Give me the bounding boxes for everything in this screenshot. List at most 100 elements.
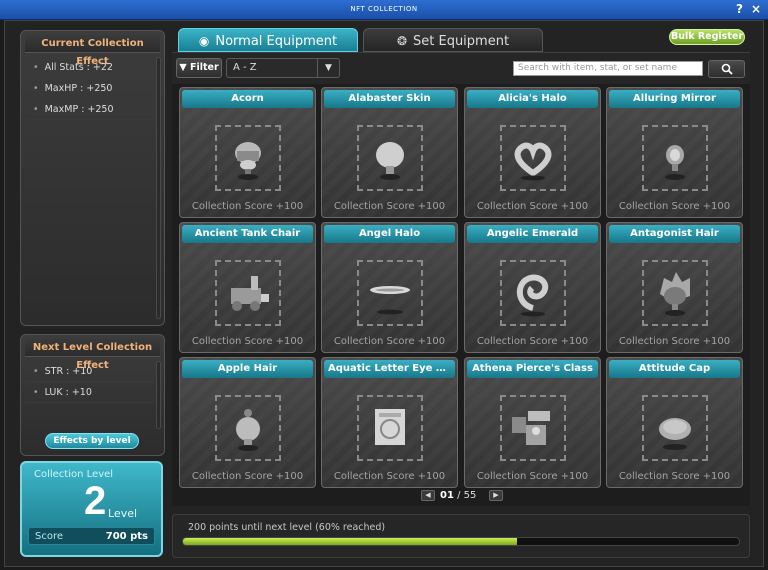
item-card[interactable]: Acorn Collection Score +100 [179, 87, 316, 218]
item-score: Collection Score +100 [333, 201, 446, 212]
radio-selected-icon: ◉ [198, 34, 210, 48]
mirror-icon [650, 133, 700, 186]
halo-icon [365, 268, 415, 321]
item-name: Apple Hair [182, 360, 313, 378]
title-bar: NFT COLLECTION ? × [0, 0, 768, 20]
item-card[interactable]: Apple Hair Collection Score +100 [179, 357, 316, 488]
prev-page-button[interactable]: ◀ [421, 490, 435, 501]
item-score: Collection Score +100 [618, 201, 731, 212]
item-score: Collection Score +100 [476, 336, 589, 347]
acorn-icon [223, 133, 273, 186]
item-card[interactable]: Angelic Emerald Collection Score +100 [464, 222, 601, 353]
item-card[interactable]: Athena Pierce's Class Collection Score +1… [464, 357, 601, 488]
item-slot [215, 125, 281, 191]
next-effect-list: STR : +10 LUK : +10 [25, 361, 154, 403]
search-icon [721, 63, 733, 75]
item-card[interactable]: Attitude Cap Collection Score +100 [606, 357, 743, 488]
item-name: Angelic Emerald [467, 225, 598, 243]
eye-accessory-icon [365, 403, 415, 456]
head-icon [365, 133, 415, 186]
page-indicator: 01 / 55 [440, 490, 476, 501]
progress-bar [182, 537, 740, 546]
item-name: Ancient Tank Chair [182, 225, 313, 243]
score-value: 700 pts [105, 531, 148, 542]
item-slot [215, 395, 281, 461]
item-name: Aquatic Letter Eye Acc... [324, 360, 455, 378]
item-slot [500, 125, 566, 191]
hair-icon [650, 268, 700, 321]
item-card[interactable]: Alabaster Skin Collection Score +100 [321, 87, 458, 218]
sort-value: A - Z [233, 62, 257, 73]
effect-item: All Stats : +22 [25, 57, 154, 78]
apple-hair-icon [223, 403, 273, 456]
tab-label: Set Equipment [413, 34, 510, 49]
chevron-down-icon: ▼ [317, 59, 339, 77]
next-effect-scrollbar[interactable] [156, 361, 161, 429]
collection-level-box: Collection Level 2 Level Score 700 pts [20, 461, 163, 557]
current-effect-scrollbar[interactable] [156, 57, 161, 319]
item-slot [642, 395, 708, 461]
effect-item: MaxHP : +250 [25, 78, 154, 99]
item-slot [357, 395, 423, 461]
sort-select[interactable]: A - Z ▼ [226, 58, 340, 78]
page-separator: / [457, 490, 461, 501]
item-name: Alabaster Skin [324, 90, 455, 108]
item-name: Antagonist Hair [609, 225, 740, 243]
tank-icon [223, 268, 273, 321]
progress-text: 200 points until next level (60% reached… [188, 522, 386, 533]
class-icon [508, 403, 558, 456]
close-icon[interactable]: × [751, 2, 761, 16]
cap-icon [650, 403, 700, 456]
item-card[interactable]: Antagonist Hair Collection Score +100 [606, 222, 743, 353]
effect-item: MaxMP : +250 [25, 99, 154, 120]
item-card[interactable]: Angel Halo Collection Score +100 [321, 222, 458, 353]
filter-label: Filter [189, 62, 219, 73]
current-effect-panel: Current Collection Effect All Stats : +2… [20, 30, 165, 326]
emerald-icon [508, 268, 558, 321]
item-score: Collection Score +100 [191, 201, 304, 212]
item-score: Collection Score +100 [191, 471, 304, 482]
page-total: 55 [463, 490, 477, 501]
page-current: 01 [440, 490, 454, 501]
tab-set-equipment[interactable]: ❂ Set Equipment [363, 28, 543, 52]
item-card[interactable]: Alicia's Halo Collection Score +100 [464, 87, 601, 218]
help-icon[interactable]: ? [736, 2, 743, 16]
item-slot [642, 260, 708, 326]
item-name: Athena Pierce's Class [467, 360, 598, 378]
filter-icon: ▼ [179, 62, 187, 73]
set-icon: ❂ [396, 34, 407, 48]
search-button[interactable] [708, 60, 745, 78]
item-score: Collection Score +100 [476, 201, 589, 212]
bulk-register-button[interactable]: Bulk Register [669, 29, 745, 45]
item-score: Collection Score +100 [618, 471, 731, 482]
item-card[interactable]: Alluring Mirror Collection Score +100 [606, 87, 743, 218]
collection-level-value: 2 [84, 479, 107, 523]
item-card[interactable]: Aquatic Letter Eye Acc... Collection Scor… [321, 357, 458, 488]
item-score: Collection Score +100 [618, 336, 731, 347]
item-score: Collection Score +100 [476, 471, 589, 482]
tab-label: Normal Equipment [215, 34, 338, 49]
next-effect-title: Next Level Collection Effect [25, 339, 160, 371]
item-slot [500, 395, 566, 461]
filter-button[interactable]: ▼ Filter [176, 58, 222, 78]
current-effect-list: All Stats : +22 MaxHP : +250 MaxMP : +25… [25, 57, 154, 120]
score-row: Score 700 pts [28, 527, 155, 545]
tab-normal-equipment[interactable]: ◉ Normal Equipment [178, 28, 358, 52]
item-name: Angel Halo [324, 225, 455, 243]
effects-by-level-button[interactable]: Effects by level [45, 433, 139, 449]
progress-panel [172, 514, 750, 558]
item-score: Collection Score +100 [333, 471, 446, 482]
progress-fill [183, 538, 517, 545]
effect-item: STR : +10 [25, 361, 154, 382]
current-effect-title: Current Collection Effect [25, 35, 160, 67]
item-slot [357, 260, 423, 326]
item-slot [642, 125, 708, 191]
next-page-button[interactable]: ▶ [489, 490, 503, 501]
item-card[interactable]: Ancient Tank Chair Collection Score +100 [179, 222, 316, 353]
effect-item: LUK : +10 [25, 382, 154, 403]
search-input[interactable]: Search with item, stat, or set name [513, 61, 703, 76]
item-slot [500, 260, 566, 326]
item-name: Alicia's Halo [467, 90, 598, 108]
item-slot [357, 125, 423, 191]
item-score: Collection Score +100 [333, 336, 446, 347]
